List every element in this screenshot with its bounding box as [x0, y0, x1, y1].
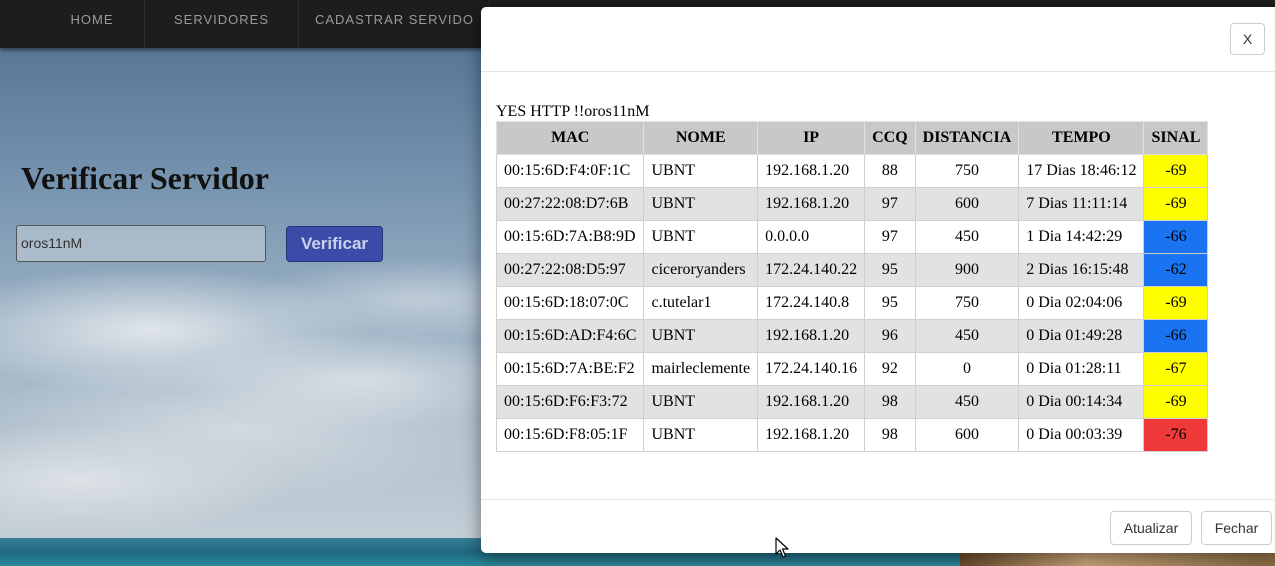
cell-tempo: 7 Dias 11:11:14 — [1018, 187, 1145, 221]
server-input[interactable]: oros11nM — [16, 225, 266, 262]
cell-nome: UBNT — [643, 385, 759, 419]
cell-sinal: -69 — [1143, 154, 1209, 188]
col-tempo: TEMPO — [1018, 121, 1145, 155]
result-message: YES HTTP !!oros11nM — [496, 103, 650, 120]
cell-mac: 00:15:6D:7A:B8:9D — [495, 220, 645, 254]
cell-tempo: 0 Dia 01:28:11 — [1018, 352, 1145, 386]
cell-distancia: 750 — [914, 286, 1020, 320]
cell-nome: ciceroryanders — [643, 253, 759, 287]
table-row: 00:15:6D:18:07:0C c.tutelar1 172.24.140.8 9… — [495, 286, 1209, 320]
update-button[interactable]: Atualizar — [1110, 511, 1192, 545]
cell-sinal: -69 — [1143, 286, 1209, 320]
cell-tempo: 0 Dia 00:03:39 — [1018, 418, 1145, 452]
col-nome: NOME — [643, 121, 759, 155]
cell-tempo: 0 Dia 02:04:06 — [1018, 286, 1145, 320]
cell-sinal: -69 — [1143, 187, 1209, 221]
cell-nome: UBNT — [643, 220, 759, 254]
cell-distancia: 600 — [914, 418, 1020, 452]
cell-nome: UBNT — [643, 418, 759, 452]
cell-ccq: 98 — [864, 385, 916, 419]
modal-footer: Atualizar Fechar — [481, 499, 1275, 554]
mouse-cursor-icon — [775, 537, 789, 558]
cell-ccq: 95 — [864, 286, 916, 320]
cell-mac: 00:15:6D:F8:05:1F — [495, 418, 645, 452]
col-sinal: SINAL — [1143, 121, 1209, 155]
cell-ccq: 95 — [864, 253, 916, 287]
cell-mac: 00:27:22:08:D7:6B — [495, 187, 645, 221]
cell-ip: 192.168.1.20 — [757, 418, 866, 452]
cell-distancia: 750 — [914, 154, 1020, 188]
table-row: 00:15:6D:AD:F4:6C UBNT 192.168.1.20 96 450 0 … — [495, 319, 1209, 353]
close-button[interactable]: Fechar — [1201, 511, 1272, 545]
col-ip: IP — [757, 121, 866, 155]
cell-mac: 00:15:6D:18:07:0C — [495, 286, 645, 320]
nav-home[interactable]: HOME — [40, 0, 145, 48]
cell-ip: 172.24.140.16 — [757, 352, 866, 386]
cell-tempo: 0 Dia 00:14:34 — [1018, 385, 1145, 419]
table-row: 00:15:6D:F4:0F:1C UBNT 192.168.1.20 88 750 17… — [495, 154, 1209, 188]
cell-ip: 172.24.140.22 — [757, 253, 866, 287]
cell-nome: mairleclemente — [643, 352, 759, 386]
cell-sinal: -67 — [1143, 352, 1209, 386]
clients-table: MAC NOME IP CCQ DISTANCIA TEMPO SINAL 00… — [495, 121, 1209, 452]
col-ccq: CCQ — [864, 121, 916, 155]
table-row: 00:27:22:08:D7:6B UBNT 192.168.1.20 97 600 7 … — [495, 187, 1209, 221]
cell-mac: 00:15:6D:F4:0F:1C — [495, 154, 645, 188]
table-row: 00:15:6D:7A:B8:9D UBNT 0.0.0.0 97 450 1 Dia 1… — [495, 220, 1209, 254]
table-row: 00:15:6D:F6:F3:72 UBNT 192.168.1.20 98 450 0 … — [495, 385, 1209, 419]
cell-mac: 00:15:6D:F6:F3:72 — [495, 385, 645, 419]
cell-distancia: 0 — [914, 352, 1020, 386]
cell-distancia: 450 — [914, 319, 1020, 353]
results-modal: X YES HTTP !!oros11nM MAC NOME IP CCQ DI… — [481, 7, 1275, 553]
cell-nome: UBNT — [643, 154, 759, 188]
cell-ccq: 97 — [864, 187, 916, 221]
cell-tempo: 2 Dias 16:15:48 — [1018, 253, 1145, 287]
cell-mac: 00:27:22:08:D5:97 — [495, 253, 645, 287]
cell-tempo: 0 Dia 01:49:28 — [1018, 319, 1145, 353]
page-title: Verificar Servidor — [21, 160, 269, 196]
cell-sinal: -66 — [1143, 220, 1209, 254]
cell-ip: 0.0.0.0 — [757, 220, 866, 254]
cell-distancia: 600 — [914, 187, 1020, 221]
cell-tempo: 1 Dia 14:42:29 — [1018, 220, 1145, 254]
col-mac: MAC — [495, 121, 645, 155]
close-x-button[interactable]: X — [1230, 23, 1265, 55]
cell-ip: 172.24.140.8 — [757, 286, 866, 320]
cell-ccq: 97 — [864, 220, 916, 254]
cell-mac: 00:15:6D:7A:BE:F2 — [495, 352, 645, 386]
modal-header: X — [481, 7, 1275, 72]
cell-nome: UBNT — [643, 319, 759, 353]
cell-distancia: 450 — [914, 220, 1020, 254]
cell-ccq: 88 — [864, 154, 916, 188]
cell-mac: 00:15:6D:AD:F4:6C — [495, 319, 645, 353]
nav-register-server[interactable]: CADASTRAR SERVIDO — [300, 0, 490, 48]
cell-tempo: 17 Dias 18:46:12 — [1018, 154, 1145, 188]
cell-sinal: -69 — [1143, 385, 1209, 419]
cell-ip: 192.168.1.20 — [757, 154, 866, 188]
nav-servers[interactable]: SERVIDORES — [145, 0, 299, 48]
cell-ip: 192.168.1.20 — [757, 319, 866, 353]
cell-nome: UBNT — [643, 187, 759, 221]
verify-button[interactable]: Verificar — [286, 226, 383, 262]
cell-ccq: 96 — [864, 319, 916, 353]
cell-ip: 192.168.1.20 — [757, 385, 866, 419]
table-row: 00:27:22:08:D5:97 ciceroryanders 172.24.14… — [495, 253, 1209, 287]
table-header-row: MAC NOME IP CCQ DISTANCIA TEMPO SINAL — [495, 121, 1209, 155]
cell-ccq: 92 — [864, 352, 916, 386]
cell-distancia: 900 — [914, 253, 1020, 287]
cell-ccq: 98 — [864, 418, 916, 452]
table-row: 00:15:6D:F8:05:1F UBNT 192.168.1.20 98 600 0 … — [495, 418, 1209, 452]
cell-sinal: -66 — [1143, 319, 1209, 353]
cell-ip: 192.168.1.20 — [757, 187, 866, 221]
table-row: 00:15:6D:7A:BE:F2 mairleclemente 172.24.14… — [495, 352, 1209, 386]
cell-sinal: -62 — [1143, 253, 1209, 287]
cell-nome: c.tutelar1 — [643, 286, 759, 320]
cell-distancia: 450 — [914, 385, 1020, 419]
cell-sinal: -76 — [1143, 418, 1209, 452]
col-distancia: DISTANCIA — [914, 121, 1020, 155]
